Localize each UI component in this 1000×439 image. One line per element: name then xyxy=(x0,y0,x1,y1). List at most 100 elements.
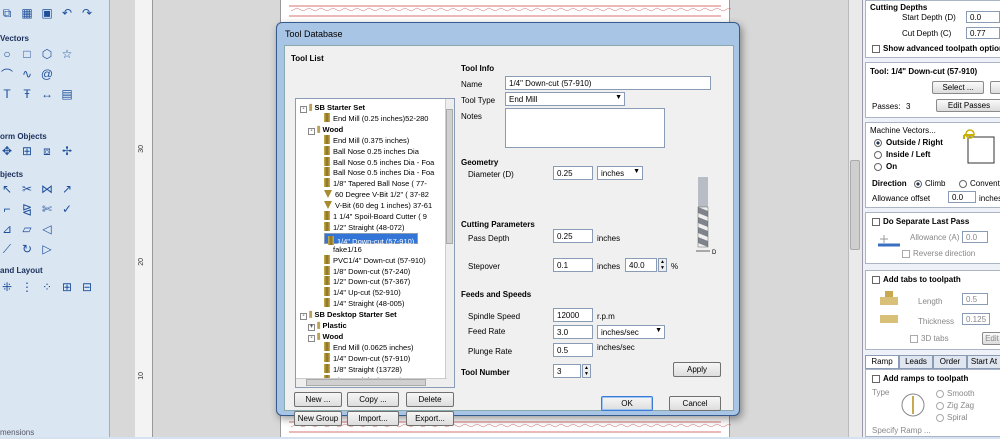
outside-radio[interactable] xyxy=(874,139,882,147)
wrap-icon[interactable]: ◁ xyxy=(40,222,54,236)
distribute-icon[interactable]: ⊟ xyxy=(80,280,94,294)
collapse-icon[interactable]: - xyxy=(300,313,307,321)
tree-group[interactable]: + ⫼ Plastic xyxy=(308,320,347,331)
extend-icon[interactable]: ⟋ xyxy=(0,242,14,256)
copy-icon[interactable]: ⧉ xyxy=(0,6,14,20)
collapse-icon[interactable]: - xyxy=(300,106,307,113)
export-button[interactable]: Export... xyxy=(406,411,454,426)
canvas-scroll-thumb[interactable] xyxy=(850,160,860,250)
spiral-icon[interactable]: @ xyxy=(40,67,54,81)
climb-radio[interactable] xyxy=(914,180,922,188)
delete-tool-button[interactable]: Delete xyxy=(406,392,454,407)
start-depth-input[interactable]: 0.0 xyxy=(966,11,1000,23)
text-on-curve-icon[interactable]: Ŧ xyxy=(20,87,34,101)
tree-horizontal-scrollbar[interactable] xyxy=(296,378,447,387)
collapse-icon[interactable]: - xyxy=(308,334,315,342)
3d-tabs-checkbox[interactable] xyxy=(910,335,918,343)
tool-type-select[interactable]: End Mill ▼ xyxy=(505,92,625,106)
new-tool-button[interactable]: New ... xyxy=(294,392,342,407)
smooth-icon[interactable]: ↗ xyxy=(60,182,74,196)
diameter-input[interactable]: 0.25 xyxy=(553,166,593,180)
tree-item[interactable]: 1/2" Straight (48-072) xyxy=(324,221,404,233)
hexagon-icon[interactable]: ⬡ xyxy=(40,47,54,61)
tool-number-input[interactable]: 3 xyxy=(553,364,581,378)
star-icon[interactable]: ☆ xyxy=(60,47,74,61)
trim-icon[interactable]: ✂ xyxy=(20,182,34,196)
tree-vertical-scrollbar[interactable] xyxy=(445,99,454,387)
zigzag-radio[interactable] xyxy=(936,402,944,410)
tree-item[interactable]: 60 Degree V-Bit 1/2" ( 37-82 xyxy=(324,189,429,200)
arc-icon[interactable]: ⌒ xyxy=(0,67,14,82)
separate-last-pass-checkbox[interactable] xyxy=(872,218,880,226)
collapse-icon[interactable]: - xyxy=(308,127,315,135)
add-tabs-checkbox[interactable] xyxy=(872,276,880,284)
scale-icon[interactable]: ⧈ xyxy=(40,144,54,158)
redo-icon[interactable]: ↷ xyxy=(80,6,94,20)
edit-tabs-button[interactable]: Edit xyxy=(982,332,1000,345)
square-icon[interactable]: □ xyxy=(20,47,34,61)
feed-rate-input[interactable]: 3.0 xyxy=(553,325,593,339)
feed-rate-unit-select[interactable]: inches/sec ▼ xyxy=(597,325,665,339)
tree-item[interactable]: 1 1/4" Spoil-Board Cutter ( 9 xyxy=(324,211,427,222)
on-radio[interactable] xyxy=(874,163,882,171)
spindle-speed-input[interactable]: 12000 xyxy=(553,308,593,322)
tree-scroll-thumb[interactable] xyxy=(446,109,453,244)
tab-leads[interactable]: Leads xyxy=(899,355,933,369)
tree-group[interactable]: - ⫼ SB Starter Set xyxy=(300,102,365,113)
align-icon[interactable]: ⊞ xyxy=(20,144,34,158)
ok-button[interactable]: OK xyxy=(601,396,653,411)
move-icon[interactable]: ✥ xyxy=(0,144,14,158)
tree-item[interactable]: 1/4" Straight (48-005) xyxy=(324,298,404,309)
tab-start-at[interactable]: Start At xyxy=(967,355,1000,369)
grid-icon[interactable]: ⋮ xyxy=(20,280,34,294)
show-advanced-checkbox[interactable] xyxy=(872,45,880,53)
stepover-input[interactable]: 0.1 xyxy=(553,258,593,272)
tick-icon[interactable]: ✓ xyxy=(60,202,74,216)
edit-passes-button[interactable]: Edit Passes xyxy=(936,99,1000,112)
select-tool-button[interactable]: Select ... xyxy=(932,81,984,94)
tree-item[interactable]: 1/4" Up-cut (52-910) xyxy=(324,287,401,298)
arrow-icon[interactable]: ▷ xyxy=(40,242,54,256)
tab-length-input[interactable]: 0.5 xyxy=(962,293,988,305)
tree-item[interactable]: 1/2" Down-cut (57-367) xyxy=(324,276,410,287)
tree-item[interactable]: Ball Nose 0.5 inches Dia - Foa xyxy=(324,167,434,178)
offset-icon[interactable]: ⊿ xyxy=(0,222,14,236)
tree-item[interactable]: End Mill (0.375 inches) xyxy=(324,134,409,146)
join-icon[interactable]: ⋈ xyxy=(40,182,54,196)
weld-icon[interactable]: ✄ xyxy=(40,202,54,216)
last-pass-allowance-input[interactable]: 0.0 xyxy=(962,231,988,243)
allowance-offset-input[interactable]: 0.0 xyxy=(948,191,976,203)
nest-icon[interactable]: ⁜ xyxy=(0,280,14,294)
tree-item[interactable]: V-Bit (60 deg 1 inches) 37-61 xyxy=(324,200,432,211)
stepover-percent-input[interactable]: 40.0 xyxy=(625,258,657,272)
tree-group[interactable]: - ⫼ SB Desktop Starter Set xyxy=(300,309,397,321)
tool-name-input[interactable]: 1/4" Down-cut (57-910) xyxy=(505,76,711,90)
add-ramps-checkbox[interactable] xyxy=(872,375,880,383)
tree-item[interactable]: 1/4" Down-cut (57-910) xyxy=(324,232,419,246)
tree-item[interactable]: 1/8" Straight (13728) xyxy=(324,363,402,375)
apply-button[interactable]: Apply xyxy=(673,362,721,377)
pass-depth-input[interactable]: 0.25 xyxy=(553,229,593,243)
tab-ramp[interactable]: Ramp xyxy=(865,355,899,369)
edit-tool-button[interactable] xyxy=(990,81,1000,94)
image-icon[interactable]: ▤ xyxy=(60,87,74,101)
tree-item[interactable]: End Mill (0.25 inches)52-280 xyxy=(324,112,428,124)
plunge-rate-input[interactable]: 0.5 xyxy=(553,343,593,357)
conventional-radio[interactable] xyxy=(959,180,967,188)
mirror-icon[interactable]: ⧎ xyxy=(20,202,34,216)
rotate-icon[interactable]: ✢ xyxy=(60,144,74,158)
import-button[interactable]: Import... xyxy=(347,411,399,426)
new-group-button[interactable]: New Group xyxy=(294,411,342,426)
tree-item[interactable]: fake1/16 xyxy=(324,244,362,255)
tree-item[interactable]: 1/8" Tapered Ball Nose ( 77- xyxy=(324,178,427,189)
spiral-radio[interactable] xyxy=(936,414,944,422)
reverse-direction-checkbox[interactable] xyxy=(902,250,910,258)
notes-textarea[interactable] xyxy=(505,108,665,148)
circle-icon[interactable]: ○ xyxy=(0,47,14,61)
tool-tree[interactable]: - ⫼ SB Starter Set End Mill (0.25 inches)5… xyxy=(295,98,455,388)
paste-icon[interactable]: ▦ xyxy=(20,6,34,20)
stepover-spinner[interactable]: ▲ ▼ xyxy=(658,258,667,272)
tree-item[interactable]: Ball Nose 0.25 inches Dia xyxy=(324,145,419,157)
node-edit-icon[interactable]: ↖ xyxy=(0,182,14,196)
text-icon[interactable]: T xyxy=(0,87,14,101)
